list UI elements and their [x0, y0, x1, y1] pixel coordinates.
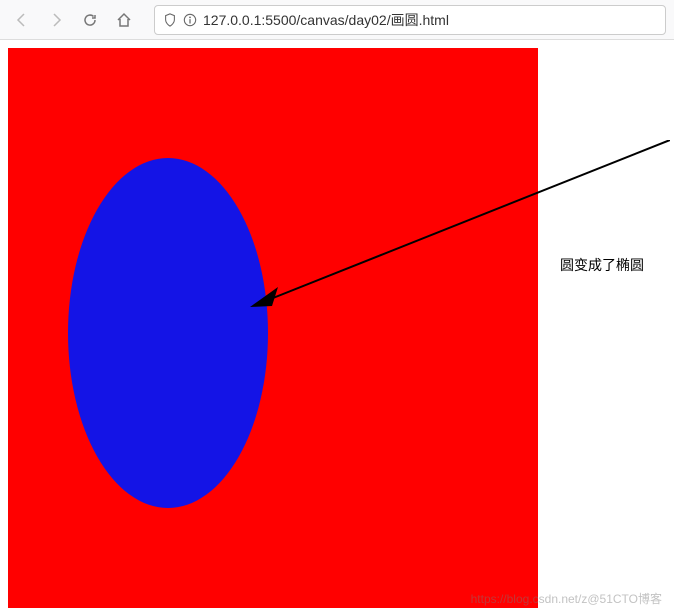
reload-icon [82, 12, 98, 28]
page-content: 圆变成了椭圆 https://blog.csdn.net/z@51CTO博客 [0, 40, 674, 613]
browser-toolbar: 127.0.0.1:5500/canvas/day02/画圆.html [0, 0, 674, 40]
home-icon [116, 12, 132, 28]
reload-button[interactable] [76, 6, 104, 34]
back-button[interactable] [8, 6, 36, 34]
shield-icon [163, 13, 177, 27]
home-button[interactable] [110, 6, 138, 34]
annotation-label: 圆变成了椭圆 [560, 255, 644, 275]
url-text: 127.0.0.1:5500/canvas/day02/画圆.html [203, 10, 657, 30]
watermark-text: https://blog.csdn.net/z@51CTO博客 [471, 590, 662, 607]
forward-button[interactable] [42, 6, 70, 34]
address-bar[interactable]: 127.0.0.1:5500/canvas/day02/画圆.html [154, 5, 666, 35]
ellipse-shape [68, 158, 268, 508]
canvas-element [8, 48, 538, 608]
back-icon [14, 12, 30, 28]
info-icon [183, 13, 197, 27]
forward-icon [48, 12, 64, 28]
